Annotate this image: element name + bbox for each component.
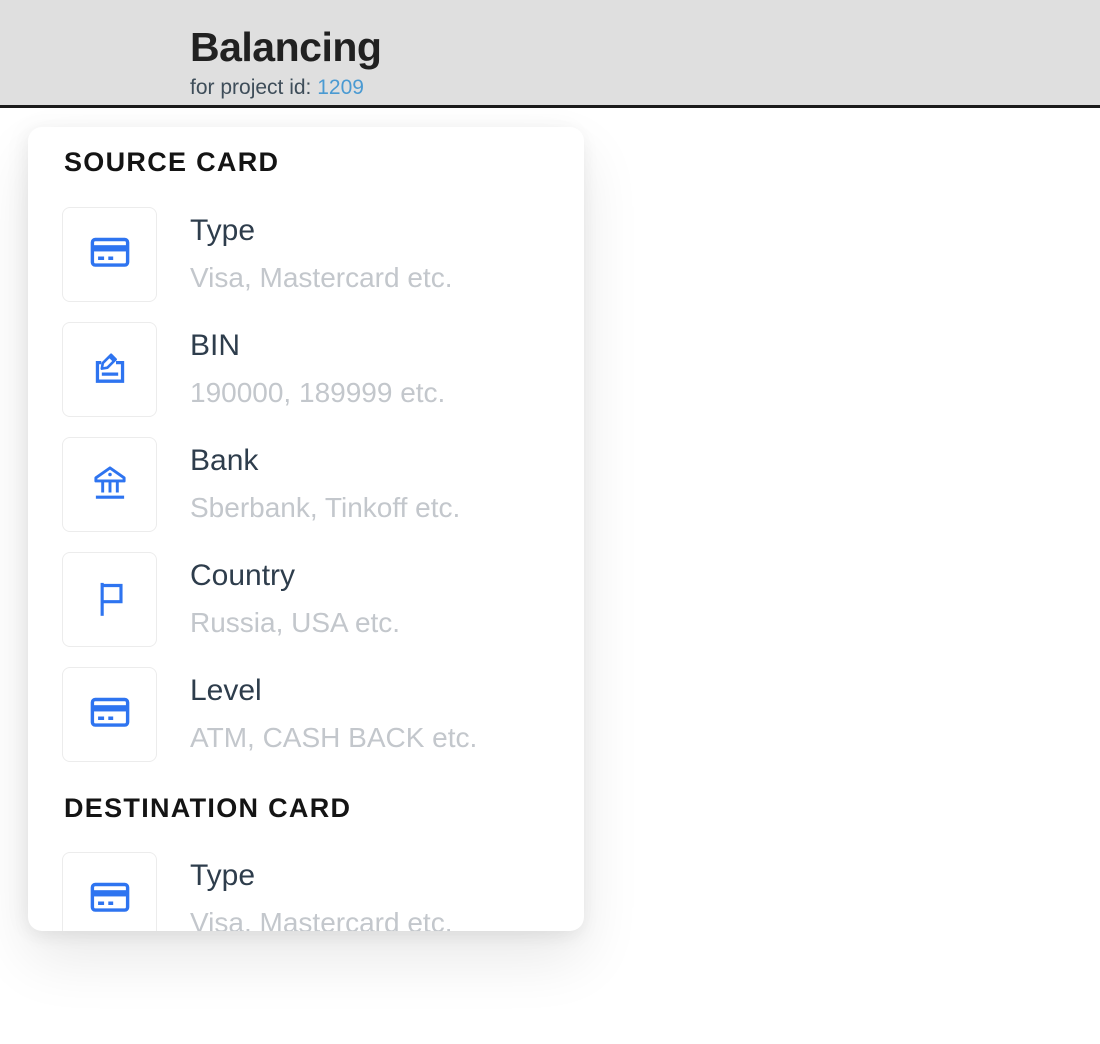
item-label: Bank (190, 443, 460, 478)
item-hint: ATM, CASH BACK etc. (190, 724, 477, 752)
page-title: Balancing (190, 27, 1100, 68)
item-label: Level (190, 673, 477, 708)
item-icon-box (62, 852, 157, 931)
list-item[interactable]: Level ATM, CASH BACK etc. (62, 667, 556, 762)
item-hint: Visa, Mastercard etc. (190, 909, 452, 931)
item-icon-box (62, 552, 157, 647)
item-text: BIN 190000, 189999 etc. (190, 322, 445, 407)
section-title: DESTINATION CARD (64, 795, 556, 821)
list-item[interactable]: Type Visa, Mastercard etc. (62, 207, 556, 302)
list-item[interactable]: Bank Sberbank, Tinkoff etc. (62, 437, 556, 532)
credit-card-icon (85, 687, 135, 742)
subtitle-prefix: for project id: (190, 76, 311, 99)
credit-card-icon (85, 872, 135, 927)
item-text: Type Visa, Mastercard etc. (190, 852, 452, 931)
item-label: BIN (190, 328, 445, 363)
item-hint: Russia, USA etc. (190, 609, 400, 637)
item-hint: Visa, Mastercard etc. (190, 264, 452, 292)
item-icon-box (62, 667, 157, 762)
item-text: Type Visa, Mastercard etc. (190, 207, 452, 292)
item-text: Level ATM, CASH BACK etc. (190, 667, 477, 752)
credit-card-icon (85, 227, 135, 282)
item-label: Country (190, 558, 400, 593)
item-icon-box (62, 322, 157, 417)
item-icon-box (62, 437, 157, 532)
page-header: Balancing for project id: 1209 (0, 0, 1100, 108)
item-hint: Sberbank, Tinkoff etc. (190, 494, 460, 522)
edit-icon (86, 343, 134, 396)
project-id-link[interactable]: 1209 (317, 76, 364, 99)
list-item[interactable]: Type Visa, Mastercard etc. (62, 852, 556, 931)
item-label: Type (190, 858, 452, 893)
list-item[interactable]: BIN 190000, 189999 etc. (62, 322, 556, 417)
item-label: Type (190, 213, 452, 248)
balancing-settings-panel: SOURCE CARD Type Visa, Mastercard etc. BIN 1… (28, 127, 584, 931)
page-subtitle: for project id: 1209 (190, 76, 1100, 100)
bank-icon (87, 459, 133, 510)
item-hint: 190000, 189999 etc. (190, 379, 445, 407)
item-icon-box (62, 207, 157, 302)
section-title: SOURCE CARD (64, 149, 556, 175)
item-text: Bank Sberbank, Tinkoff etc. (190, 437, 460, 522)
flag-icon (87, 574, 133, 625)
item-text: Country Russia, USA etc. (190, 552, 400, 637)
list-item[interactable]: Country Russia, USA etc. (62, 552, 556, 647)
